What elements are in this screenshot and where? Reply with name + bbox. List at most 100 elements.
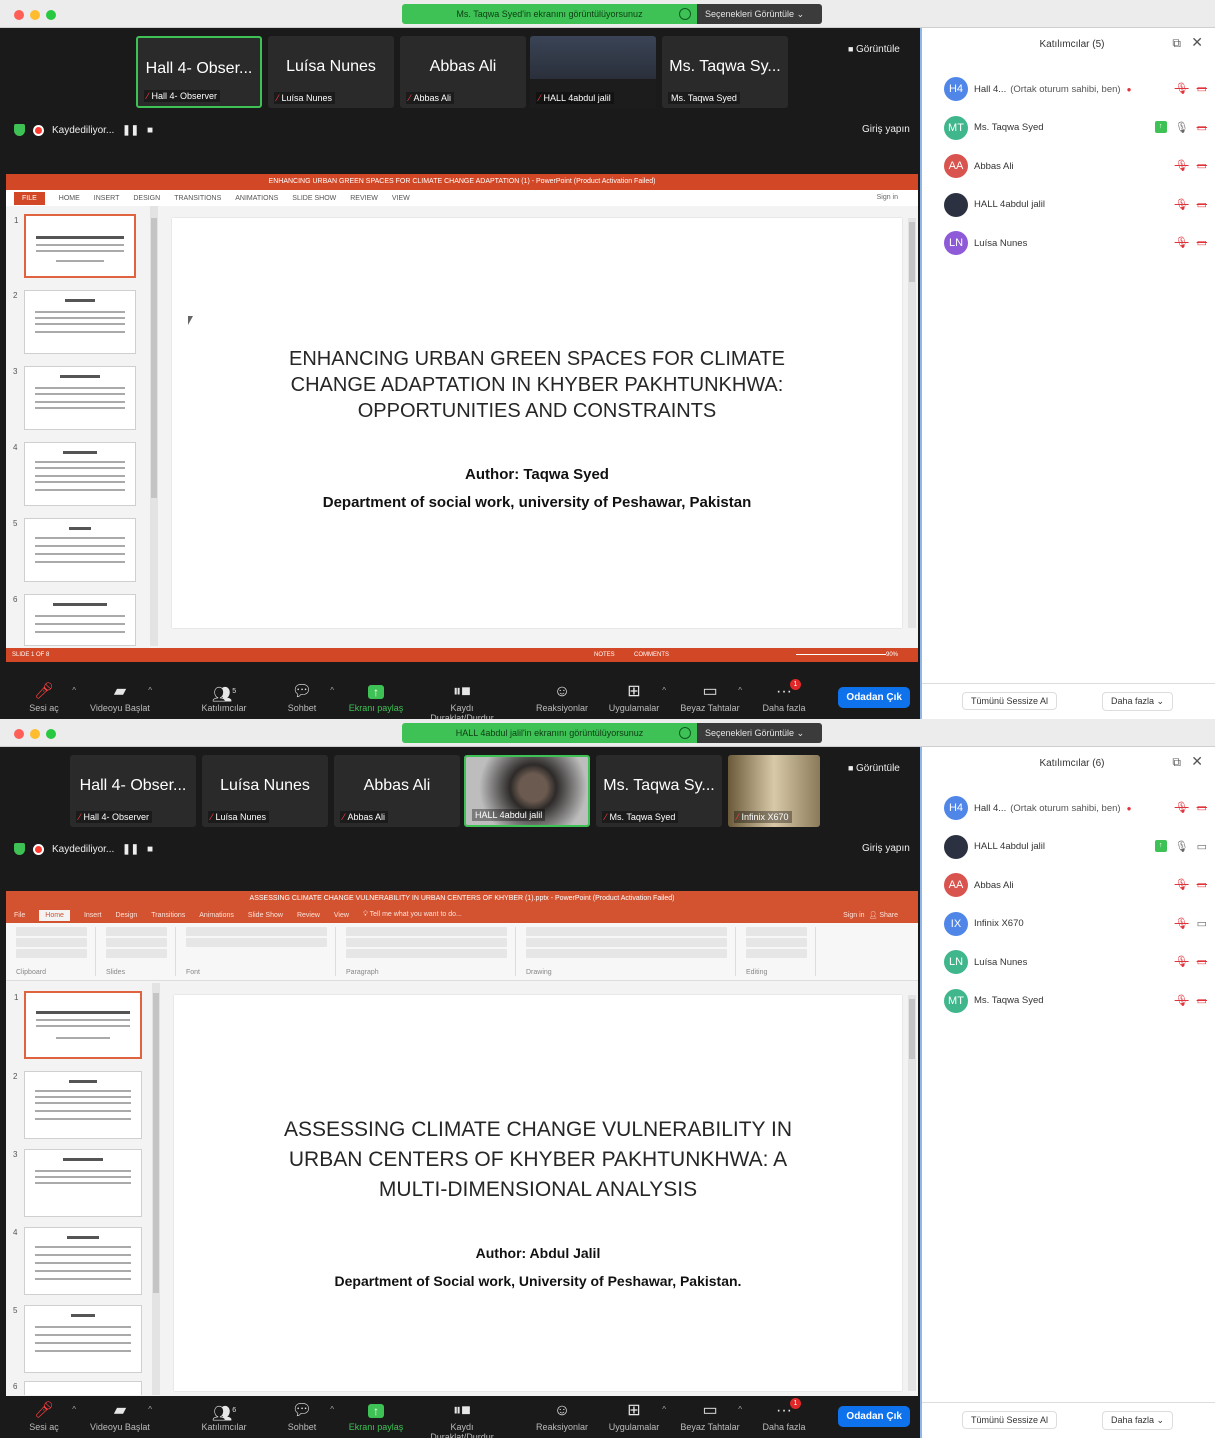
video-tile[interactable]: ⁄ HALL 4abdul jalil: [530, 36, 656, 108]
comments-button[interactable]: COMMENTS: [634, 648, 669, 662]
pause-icon[interactable]: ❚❚: [122, 844, 139, 855]
window-controls[interactable]: [14, 10, 56, 20]
ppt-menu-view[interactable]: VIEW: [392, 195, 410, 202]
mic-muted-icon[interactable]: 🎙︎: [1175, 82, 1189, 95]
participant-row[interactable]: MT Ms. Taqwa Syed 🎙︎ ▭: [922, 982, 1215, 1021]
mic-muted-icon[interactable]: 🎙︎: [1175, 878, 1189, 891]
video-tile[interactable]: Abbas Ali ⁄ Abbas Ali: [334, 755, 460, 827]
share-screen-button[interactable]: ↑ Ekranı paylaş: [338, 1400, 414, 1432]
slide-scrollbar[interactable]: [908, 218, 916, 628]
mic-muted-icon[interactable]: 🎙︎: [1175, 917, 1189, 930]
close-icon[interactable]: ✕: [1191, 753, 1203, 770]
video-tile[interactable]: Luísa Nunes ⁄ Luísa Nunes: [202, 755, 328, 827]
mic-muted-icon[interactable]: 🎙︎: [1175, 236, 1189, 249]
video-tile[interactable]: Ms. Taqwa Sy... ⁄ Ms. Taqwa Syed: [596, 755, 722, 827]
window-controls[interactable]: [14, 729, 56, 739]
mic-muted-icon[interactable]: 🎙︎: [1175, 994, 1189, 1007]
leave-button[interactable]: Odadan Çık: [838, 1406, 910, 1427]
signin-link[interactable]: Giriş yapın: [862, 843, 910, 854]
slide-thumbnail[interactable]: 4: [13, 1227, 142, 1295]
unmute-button[interactable]: 🎤︎ Sesi aç ^: [6, 1400, 82, 1432]
stop-icon[interactable]: ■: [147, 844, 153, 855]
ribbon-group-font[interactable]: Font: [186, 927, 336, 976]
mic-muted-icon[interactable]: 🎙︎: [1175, 801, 1189, 814]
mic-icon[interactable]: 🎙︎: [1175, 840, 1189, 853]
more-options-button[interactable]: Daha fazla ⌄: [1102, 1411, 1174, 1430]
camera-off-icon[interactable]: ▭: [1197, 82, 1207, 95]
chat-button[interactable]: 💬︎ Sohbet ^: [264, 1400, 340, 1432]
popout-icon[interactable]: ⧉: [1172, 755, 1181, 770]
slide-thumbnail[interactable]: 3: [13, 1149, 142, 1217]
minimize-window-icon[interactable]: [30, 10, 40, 20]
more-options-button[interactable]: Daha fazla ⌄: [1102, 692, 1174, 711]
minimize-window-icon[interactable]: [30, 729, 40, 739]
popout-icon[interactable]: ⧉: [1172, 36, 1181, 51]
ribbon-group-paragraph[interactable]: Paragraph: [346, 927, 516, 976]
participant-row[interactable]: H4 Hall 4... (Ortak oturum sahibi, ben) ● 🎙︎…: [922, 70, 1215, 109]
start-video-button[interactable]: ▰ Videoyu Başlat ^: [82, 1400, 158, 1432]
ppt-menu-review[interactable]: REVIEW: [350, 195, 378, 202]
whiteboards-button[interactable]: ▭ Beyaz Tahtalar ^: [672, 681, 748, 713]
start-video-button[interactable]: ▰ Videoyu Başlat ^: [82, 681, 158, 713]
video-tile[interactable]: Hall 4- Obser... ⁄ Hall 4- Observer: [70, 755, 196, 827]
video-tile[interactable]: Hall 4- Obser... ⁄ Hall 4- Observer: [136, 36, 262, 108]
ppt-menu-view[interactable]: View: [334, 912, 349, 919]
ppt-menu-file[interactable]: File: [14, 912, 25, 919]
view-options-button[interactable]: Seçenekleri Görüntüle ⌄: [697, 4, 822, 24]
pause-stop-recording-button[interactable]: ⏸■ Kaydı Duraklat/Durdur: [418, 1400, 506, 1438]
ppt-menu-slideshow[interactable]: Slide Show: [248, 912, 283, 919]
stop-icon[interactable]: ■: [147, 125, 153, 136]
participant-row[interactable]: IX Infinix X670 🎙︎ ▭: [922, 905, 1215, 944]
whiteboards-button[interactable]: ▭ Beyaz Tahtalar ^: [672, 1400, 748, 1432]
ppt-signin[interactable]: Sign in 👤︎ Share: [843, 911, 898, 919]
participant-row[interactable]: AA Abbas Ali 🎙︎ ▭: [922, 147, 1215, 186]
slide-thumbnail[interactable]: 3: [13, 366, 136, 430]
ppt-menu-slideshow[interactable]: SLIDE SHOW: [292, 195, 336, 202]
ribbon-group-slides[interactable]: Slides: [106, 927, 176, 976]
ppt-menu-transitions[interactable]: Transitions: [151, 912, 185, 919]
pause-stop-recording-button[interactable]: ⏸■ Kaydı Duraklat/Durdur: [418, 681, 506, 719]
slide-thumbnail[interactable]: 2: [13, 290, 136, 354]
mic-muted-icon[interactable]: 🎙︎: [1175, 198, 1189, 211]
mic-muted-icon[interactable]: 🎙︎: [1175, 955, 1189, 968]
ppt-menu-design[interactable]: DESIGN: [133, 195, 160, 202]
camera-off-icon[interactable]: ▭: [1197, 198, 1207, 211]
close-icon[interactable]: ✕: [1191, 34, 1203, 51]
slide-thumbnail[interactable]: 6: [13, 1381, 142, 1395]
slide-thumbnail[interactable]: 2: [13, 1071, 142, 1139]
participant-row[interactable]: HALL 4abdul jalil 🎙︎ ▭: [922, 186, 1215, 225]
ppt-menu-animations[interactable]: Animations: [199, 912, 234, 919]
camera-off-icon[interactable]: ▭: [1197, 159, 1207, 172]
video-tile[interactable]: Ms. Taqwa Sy... Ms. Taqwa Syed: [662, 36, 788, 108]
view-button[interactable]: Görüntüle: [848, 44, 900, 55]
apps-button[interactable]: ⊞ Uygulamalar ^: [596, 681, 672, 713]
ppt-menu-file[interactable]: FILE: [14, 191, 45, 205]
slide-canvas[interactable]: ASSESSING CLIMATE CHANGE VULNERABILITY I…: [174, 995, 902, 1391]
ribbon-group-clipboard[interactable]: Clipboard: [16, 927, 96, 976]
pause-icon[interactable]: ❚❚: [122, 125, 139, 136]
ppt-menu-home[interactable]: HOME: [59, 195, 80, 202]
ppt-menu-insert[interactable]: Insert: [84, 912, 102, 919]
ppt-menu-home[interactable]: Home: [39, 909, 70, 921]
pin-icon[interactable]: [679, 8, 691, 20]
camera-icon[interactable]: ▭: [1197, 917, 1207, 930]
camera-off-icon[interactable]: ▭: [1197, 121, 1207, 134]
slide-thumbnail[interactable]: 6: [13, 594, 136, 646]
slide-thumbnail[interactable]: 4: [13, 442, 136, 506]
slide-canvas[interactable]: ENHANCING URBAN GREEN SPACES FOR CLIMATE…: [172, 218, 902, 628]
participant-row[interactable]: AA Abbas Ali 🎙︎ ▭: [922, 866, 1215, 905]
view-button[interactable]: Görüntüle: [848, 763, 900, 774]
close-window-icon[interactable]: [14, 729, 24, 739]
notes-button[interactable]: NOTES: [594, 648, 615, 662]
ppt-signin[interactable]: Sign in: [877, 194, 898, 201]
apps-button[interactable]: ⊞ Uygulamalar ^: [596, 1400, 672, 1432]
slide-thumbnail[interactable]: 1: [14, 214, 136, 278]
ppt-menu-transitions[interactable]: TRANSITIONS: [174, 195, 221, 202]
video-tile[interactable]: Abbas Ali ⁄ Abbas Ali: [400, 36, 526, 108]
slide-thumbnail[interactable]: 5: [13, 518, 136, 582]
tell-me-box[interactable]: 💡︎ Tell me what you want to do...: [363, 911, 462, 919]
participants-button[interactable]: 👥︎6 Katılımcılar: [186, 1400, 262, 1432]
view-options-button[interactable]: Seçenekleri Görüntüle ⌄: [697, 723, 822, 743]
mic-muted-icon[interactable]: 🎙︎: [1175, 159, 1189, 172]
chat-button[interactable]: 💬︎ Sohbet ^: [264, 681, 340, 713]
